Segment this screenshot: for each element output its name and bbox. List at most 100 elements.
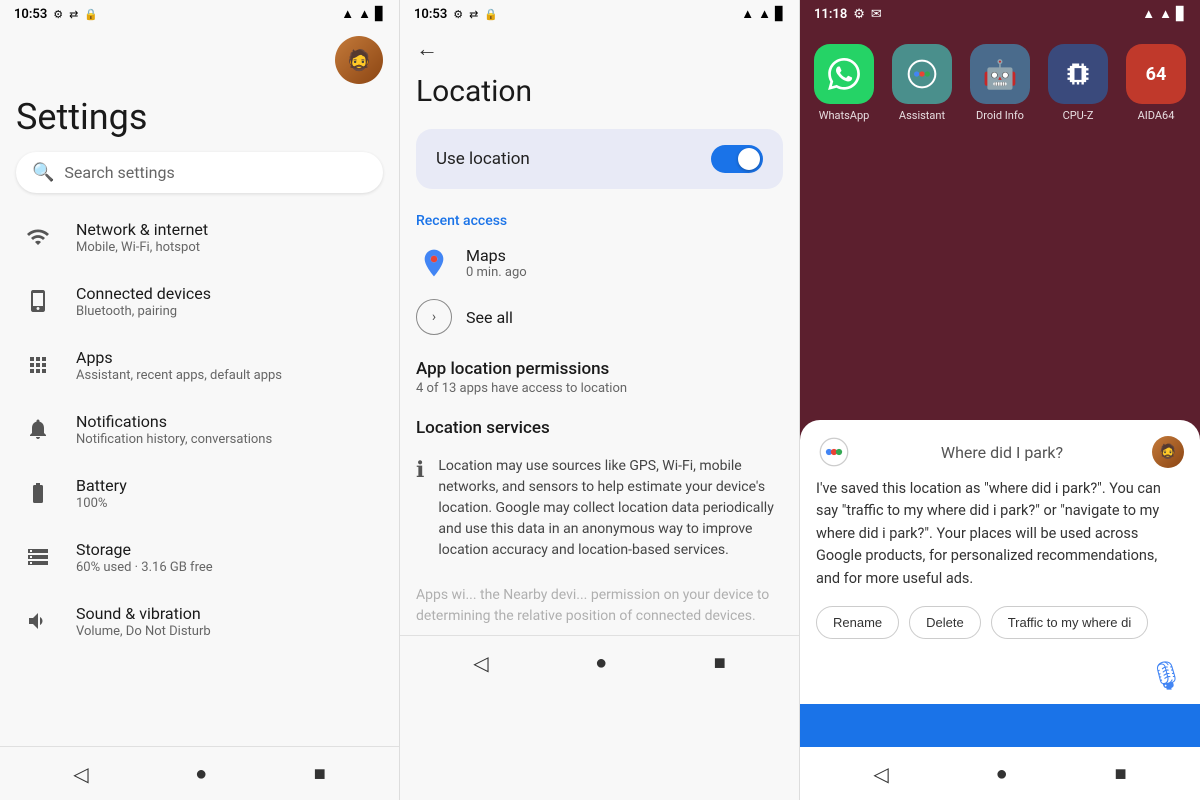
chevron-right-icon: › xyxy=(416,299,452,335)
convo-header: Where did I park? 🧔 xyxy=(800,420,1200,478)
whatsapp-label: WhatsApp xyxy=(819,109,870,122)
wifi-status-icon-2: ▲ xyxy=(741,6,754,22)
app-whatsapp[interactable]: WhatsApp xyxy=(814,44,874,122)
nav-home-1[interactable]: ● xyxy=(179,757,223,790)
app-permissions-sub: 4 of 13 apps have access to location xyxy=(400,381,799,406)
apps-subtitle: Assistant, recent apps, default apps xyxy=(76,368,282,383)
nav-recent-1[interactable]: ■ xyxy=(298,757,342,790)
notifications-icon xyxy=(20,411,56,447)
see-all-row[interactable]: › See all xyxy=(416,287,783,347)
nav-recent-2[interactable]: ■ xyxy=(698,646,742,679)
notifications-subtitle: Notification history, conversations xyxy=(76,432,272,447)
signal-icon-3: ▲ xyxy=(1159,6,1172,22)
mic-row: 🎙 xyxy=(800,651,1200,704)
assistant-icon xyxy=(892,44,952,104)
signal-status-icon-2: ▲ xyxy=(758,6,771,22)
user-avatar-emoji: 🧔 xyxy=(1159,444,1176,460)
location-page-title: Location xyxy=(400,70,799,121)
battery-title: Battery xyxy=(76,476,127,495)
app-cpu[interactable]: CPU-Z xyxy=(1048,44,1108,122)
maps-icon xyxy=(416,245,452,281)
settings-item-battery[interactable]: Battery 100% xyxy=(0,461,399,525)
user-avatar-small: 🧔 xyxy=(1152,436,1184,468)
nav-back-2[interactable]: ◁ xyxy=(457,647,504,679)
delete-button[interactable]: Delete xyxy=(909,606,981,639)
apps-title: Apps xyxy=(76,348,282,367)
nav-back-1[interactable]: ◁ xyxy=(57,758,104,790)
email-icon-3: ✉ xyxy=(871,7,882,22)
settings-item-apps[interactable]: Apps Assistant, recent apps, default app… xyxy=(0,333,399,397)
nav-home-3[interactable]: ● xyxy=(980,757,1024,790)
convo-actions: Rename Delete Traffic to my where di xyxy=(800,602,1200,651)
wallpaper-area xyxy=(800,130,1200,420)
location-panel: 10:53 ⚙ ⇄ 🔒 ▲ ▲ ▊ ← Location Use locatio… xyxy=(400,0,800,800)
use-location-toggle[interactable] xyxy=(711,145,763,173)
connected-text: Connected devices Bluetooth, pairing xyxy=(76,284,211,319)
settings-icon-3: ⚙ xyxy=(853,7,865,22)
droid-label: Droid Info xyxy=(976,109,1024,122)
network-title: Network & internet xyxy=(76,220,208,239)
signal-status-icon: ▲ xyxy=(358,6,371,22)
location-services-info: Location may use sources like GPS, Wi-Fi… xyxy=(438,456,783,561)
see-all-label: See all xyxy=(466,308,513,327)
app-assistant[interactable]: Assistant xyxy=(892,44,952,122)
nav-back-3[interactable]: ◁ xyxy=(857,758,904,790)
status-time-3: 11:18 xyxy=(814,7,847,22)
maps-row[interactable]: Maps 0 min. ago xyxy=(416,239,783,287)
settings-icon-status-2: ⚙ xyxy=(453,8,463,21)
microphone-icon[interactable]: 🎙 xyxy=(1148,659,1184,692)
droid-icon: 🤖 xyxy=(970,44,1030,104)
blue-bar xyxy=(800,704,1200,747)
network-subtitle: Mobile, Wi-Fi, hotspot xyxy=(76,240,208,255)
settings-item-network[interactable]: Network & internet Mobile, Wi-Fi, hotspo… xyxy=(0,205,399,269)
storage-icon xyxy=(20,539,56,575)
search-bar[interactable]: 🔍 Search settings xyxy=(16,152,383,193)
nav-recent-3[interactable]: ■ xyxy=(1098,757,1142,790)
maps-app-name: Maps xyxy=(466,246,527,265)
location-services-header: Location services xyxy=(400,406,799,440)
sound-title: Sound & vibration xyxy=(76,604,211,623)
battery-status-icon-2: ▊ xyxy=(775,7,785,22)
status-bar-2: 10:53 ⚙ ⇄ 🔒 ▲ ▲ ▊ xyxy=(400,0,799,28)
avatar-emoji: 🧔 xyxy=(347,48,372,72)
sound-icon xyxy=(20,603,56,639)
settings-item-sound[interactable]: Sound & vibration Volume, Do Not Disturb xyxy=(0,589,399,653)
info-icon: ℹ xyxy=(416,458,424,483)
rename-button[interactable]: Rename xyxy=(816,606,899,639)
settings-item-storage[interactable]: Storage 60% used · 3.16 GB free xyxy=(0,525,399,589)
assistant-label: Assistant xyxy=(899,109,945,122)
nav-bar-2: ◁ ● ■ xyxy=(400,635,799,689)
location-header: ← xyxy=(400,28,799,70)
status-time-2: 10:53 xyxy=(414,7,447,22)
app-aida[interactable]: 64 AIDA64 xyxy=(1126,44,1186,122)
apps-text: Apps Assistant, recent apps, default app… xyxy=(76,348,282,383)
nav-home-2[interactable]: ● xyxy=(579,646,623,679)
settings-panel: 10:53 ⚙ ⇄ 🔒 ▲ ▲ ▊ 🧔 Settings 🔍 Search se… xyxy=(0,0,400,800)
app-droid[interactable]: 🤖 Droid Info xyxy=(970,44,1030,122)
traffic-button[interactable]: Traffic to my where di xyxy=(991,606,1149,639)
search-icon: 🔍 xyxy=(32,162,54,183)
cpu-label: CPU-Z xyxy=(1063,109,1094,122)
settings-header: 🧔 xyxy=(0,28,399,88)
wifi-status-icon: ▲ xyxy=(341,6,354,22)
search-placeholder-text: Search settings xyxy=(64,163,174,182)
avatar[interactable]: 🧔 xyxy=(335,36,383,84)
recent-access-section: Recent access Maps 0 min. ago › See all xyxy=(400,197,799,347)
cpu-icon xyxy=(1048,44,1108,104)
devices-icon xyxy=(20,283,56,319)
back-button[interactable]: ← xyxy=(416,36,438,62)
storage-title: Storage xyxy=(76,540,213,559)
location-info-box: ℹ Location may use sources like GPS, Wi-… xyxy=(416,448,783,569)
settings-list: Network & internet Mobile, Wi-Fi, hotspo… xyxy=(0,205,399,746)
settings-item-notifications[interactable]: Notifications Notification history, conv… xyxy=(0,397,399,461)
settings-icon-status: ⚙ xyxy=(53,8,63,21)
google-assistant-dot-icon xyxy=(816,434,852,470)
battery-text: Battery 100% xyxy=(76,476,127,511)
aida-icon: 64 xyxy=(1126,44,1186,104)
status-bar-1: 10:53 ⚙ ⇄ 🔒 ▲ ▲ ▊ xyxy=(0,0,399,28)
sound-subtitle: Volume, Do Not Disturb xyxy=(76,624,211,639)
settings-item-connected[interactable]: Connected devices Bluetooth, pairing xyxy=(0,269,399,333)
use-location-card: Use location xyxy=(416,129,783,189)
page-title: Settings xyxy=(0,88,399,148)
maps-access-time: 0 min. ago xyxy=(466,265,527,280)
